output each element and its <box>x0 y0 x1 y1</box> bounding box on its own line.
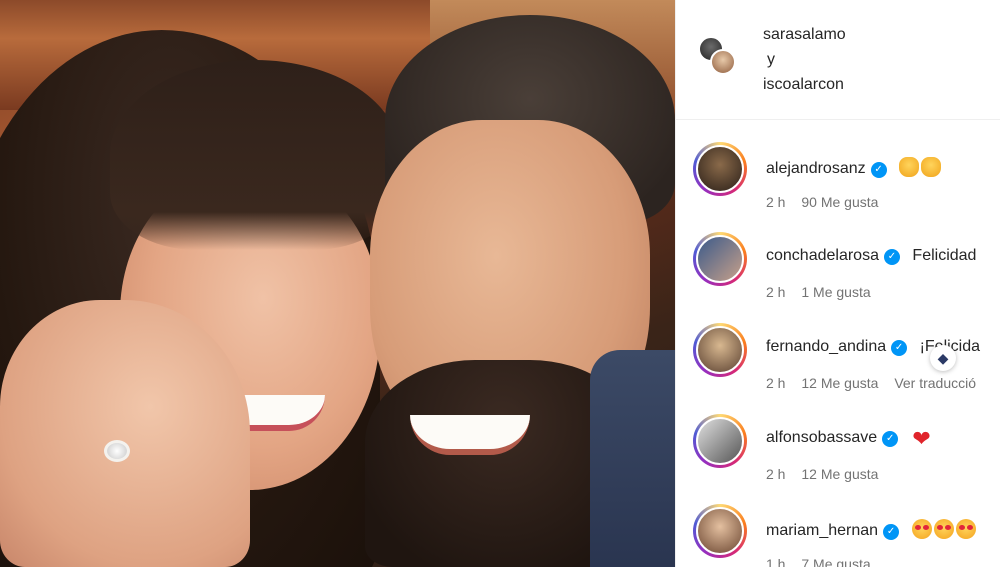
photo-man-jacket <box>590 350 675 567</box>
comment-item: alfonsobassave ✓ ❤ 2 h 12 Me gusta <box>676 404 1000 494</box>
raising-hands-icon <box>899 157 920 177</box>
comment-likes[interactable]: 90 Me gusta <box>801 194 878 210</box>
see-translation-link[interactable]: Ver traducció <box>894 375 976 391</box>
comment-emoji: ❤ <box>911 426 935 451</box>
collab-avatars[interactable] <box>698 36 742 80</box>
comment-time: 2 h <box>766 466 786 482</box>
comment-item: mariam_hernan ✓ 1 h 7 Me gusta <box>676 494 1000 567</box>
comment-text: Felicidad <box>912 247 977 264</box>
comment-item: conchadelarosa ✓ Felicidad 2 h 1 Me gusta <box>676 222 1000 312</box>
comment-meta: 2 h 12 Me gusta Ver traducció <box>766 375 988 391</box>
post-header: sarasalamo y iscoalarcon <box>676 0 1000 120</box>
comment-likes[interactable]: 7 Me gusta <box>801 556 870 567</box>
comment-meta: 2 h 1 Me gusta <box>766 284 883 300</box>
comment-username[interactable]: conchadelarosa <box>766 247 879 264</box>
comment-meta: 2 h 12 Me gusta <box>766 466 890 482</box>
comment-time: 2 h <box>766 194 786 210</box>
comment-time: 2 h <box>766 284 786 300</box>
post-photo[interactable] <box>0 0 675 567</box>
comment-line: mariam_hernan ✓ <box>766 519 978 540</box>
comment-time: 2 h <box>766 375 786 391</box>
red-heart-icon: ❤ <box>912 426 931 451</box>
verified-badge-icon: ✓ <box>891 340 908 356</box>
comment-likes[interactable]: 12 Me gusta <box>801 466 878 482</box>
photo-woman-bangs <box>110 60 400 250</box>
photo-engagement-ring <box>104 440 130 462</box>
comment-line: alejandrosanz ✓ <box>766 157 943 178</box>
comment-emoji <box>911 519 978 539</box>
comment-avatar[interactable] <box>693 142 747 196</box>
comment-line: alfonsobassave ✓ ❤ <box>766 426 935 451</box>
heart-eyes-icon <box>933 519 954 539</box>
comment-meta: 2 h 90 Me gusta <box>766 194 890 210</box>
comment-likes[interactable]: 1 Me gusta <box>801 284 870 300</box>
comment-time: 1 h <box>766 556 786 567</box>
comment-item: alejandrosanz ✓ 2 h 90 Me gusta <box>676 132 1000 222</box>
comment-username[interactable]: fernando_andina <box>766 338 886 355</box>
conjunction-text: y <box>767 51 775 68</box>
collab-names: sarasalamo y iscoalarcon <box>763 22 846 97</box>
username-sarasalamo[interactable]: sarasalamo <box>763 22 846 47</box>
comment-avatar[interactable] <box>693 414 747 468</box>
comment-likes[interactable]: 12 Me gusta <box>801 375 878 391</box>
comment-username[interactable]: alfonsobassave <box>766 429 877 446</box>
comment-meta: 1 h 7 Me gusta <box>766 556 883 567</box>
verified-badge-icon: ✓ <box>883 249 900 265</box>
heart-eyes-icon <box>911 519 932 539</box>
photo-hand <box>0 300 250 567</box>
verified-badge-icon: ✓ <box>882 431 899 447</box>
username-iscoalarcon[interactable]: iscoalarcon <box>763 72 846 97</box>
comment-username[interactable]: mariam_hernan <box>766 522 878 539</box>
comment-line: conchadelarosa ✓ Felicidad <box>766 247 976 265</box>
avatar-iscoalarcon[interactable] <box>710 49 736 75</box>
verified-badge-icon: ✓ <box>883 524 900 540</box>
comment-avatar[interactable] <box>693 323 747 377</box>
comments-panel: sarasalamo y iscoalarcon alejandrosanz ✓ … <box>675 0 1000 567</box>
floating-action-icon[interactable]: ◆ <box>930 345 956 371</box>
comment-emoji <box>899 157 943 177</box>
comment-avatar[interactable] <box>693 232 747 286</box>
comment-avatar[interactable] <box>693 504 747 558</box>
verified-badge-icon: ✓ <box>870 162 887 178</box>
comment-username[interactable]: alejandrosanz <box>766 160 866 177</box>
heart-eyes-icon <box>955 519 976 539</box>
raising-hands-icon <box>921 157 942 177</box>
